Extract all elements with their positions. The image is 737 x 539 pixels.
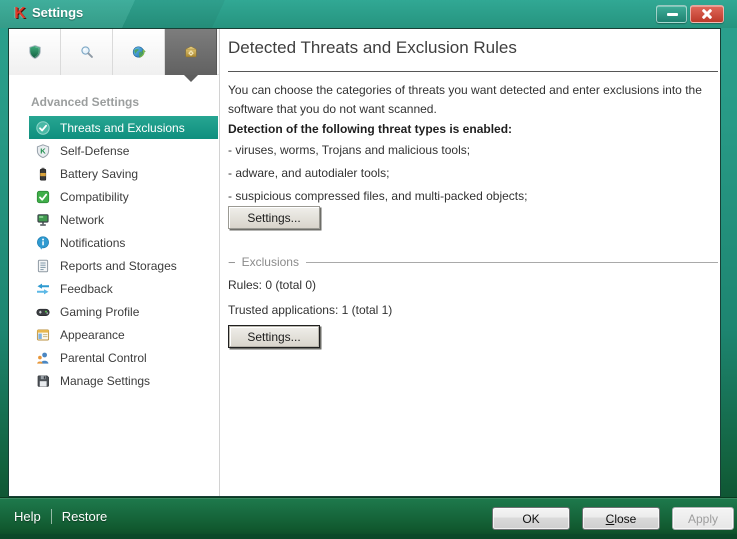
sidebar-divider	[219, 29, 220, 496]
sidebar-item-self-defense[interactable]: K Self-Defense	[29, 139, 218, 162]
exclusions-settings-button[interactable]: Settings...	[228, 325, 320, 348]
trusted-applications-count: Trusted applications: 1 (total 1)	[228, 303, 392, 317]
title-rule	[228, 71, 718, 72]
update-globe-icon	[132, 45, 146, 59]
kaspersky-logo-icon: K	[11, 4, 29, 23]
threat-type-item: - viruses, worms, Trojans and malicious …	[228, 143, 527, 157]
page-description: You can choose the categories of threats…	[228, 81, 716, 119]
sidebar-item-appearance[interactable]: Appearance	[29, 323, 218, 346]
sidebar-item-label: Manage Settings	[60, 374, 150, 388]
close-button[interactable]	[690, 5, 724, 23]
sidebar-item-parental-control[interactable]: Parental Control	[29, 346, 218, 369]
sidebar-item-label: Gaming Profile	[60, 305, 139, 319]
sidebar-item-label: Battery Saving	[60, 167, 138, 181]
shield-k-icon: K	[36, 144, 50, 158]
floppy-disk-icon	[36, 374, 50, 388]
titlebar[interactable]: K Settings	[0, 0, 737, 28]
svg-text:K: K	[40, 146, 46, 155]
sidebar-item-label: Self-Defense	[60, 144, 129, 158]
minimize-button[interactable]	[656, 5, 687, 23]
report-document-icon	[36, 259, 50, 273]
apply-button: Apply	[672, 507, 734, 530]
window-theme-icon	[36, 328, 50, 342]
sidebar-item-label: Reports and Storages	[60, 259, 177, 273]
exclusions-group-legend: − Exclusions	[228, 255, 718, 269]
window-title: Settings	[32, 5, 83, 20]
sidebar-item-network[interactable]: Network	[29, 208, 218, 231]
threat-type-item: - adware, and autodialer tools;	[228, 166, 527, 180]
sidebar-item-manage-settings[interactable]: Manage Settings	[29, 369, 218, 392]
sidebar-item-compatibility[interactable]: Compatibility	[29, 185, 218, 208]
toolbar-tabs	[9, 29, 219, 75]
sidebar-item-label: Appearance	[60, 328, 125, 342]
footer-links: Help Restore	[14, 507, 107, 526]
sidebar-item-battery-saving[interactable]: Battery Saving	[29, 162, 218, 185]
sidebar-header: Advanced Settings	[31, 95, 139, 109]
sidebar-item-label: Notifications	[60, 236, 125, 250]
scan-magnifier-icon	[80, 45, 94, 59]
info-bubble-icon	[36, 236, 50, 250]
sidebar-item-label: Network	[60, 213, 104, 227]
sidebar-item-reports-and-storages[interactable]: Reports and Storages	[29, 254, 218, 277]
content-panel: Advanced Settings Threats and Exclusions…	[8, 28, 721, 497]
tab-scan[interactable]	[61, 29, 113, 75]
network-monitor-icon	[36, 213, 50, 227]
legend-rule	[306, 262, 718, 263]
sidebar-item-label: Parental Control	[60, 351, 147, 365]
double-arrow-icon	[36, 282, 50, 296]
detection-settings-button[interactable]: Settings...	[228, 206, 320, 229]
gamepad-icon	[36, 305, 50, 319]
sidebar-list: Threats and Exclusions K Self-Defense Ba…	[9, 116, 219, 392]
help-link[interactable]: Help	[14, 509, 41, 524]
sidebar-item-label: Compatibility	[60, 190, 129, 204]
minimize-icon	[667, 13, 678, 16]
collapse-icon[interactable]: −	[228, 256, 236, 269]
footer-separator	[51, 509, 52, 524]
check-circle-icon	[36, 121, 50, 135]
threat-type-list: - viruses, worms, Trojans and malicious …	[228, 143, 527, 212]
settings-window: K Settings	[0, 0, 737, 539]
tab-protection[interactable]	[9, 29, 61, 75]
ok-button[interactable]: OK	[492, 507, 570, 530]
rules-count: Rules: 0 (total 0)	[228, 278, 316, 292]
green-check-square-icon	[36, 190, 50, 204]
detection-heading: Detection of the following threat types …	[228, 122, 512, 136]
sidebar-item-gaming-profile[interactable]: Gaming Profile	[29, 300, 218, 323]
page-title: Detected Threats and Exclusion Rules	[228, 38, 517, 58]
protection-shield-icon	[28, 45, 42, 59]
sidebar-item-notifications[interactable]: Notifications	[29, 231, 218, 254]
settings-box-icon	[184, 45, 198, 59]
threat-type-item: - suspicious compressed files, and multi…	[228, 189, 527, 203]
parental-users-icon	[36, 351, 50, 365]
sidebar-item-label: Feedback	[60, 282, 113, 296]
sidebar-item-feedback[interactable]: Feedback	[29, 277, 218, 300]
footer-bar: Help Restore OK Close Apply	[0, 497, 737, 534]
sidebar-item-label: Threats and Exclusions	[60, 121, 185, 135]
battery-icon	[36, 167, 50, 181]
exclusions-legend-label: Exclusions	[242, 255, 299, 269]
tab-settings[interactable]	[165, 29, 217, 75]
restore-link[interactable]: Restore	[62, 509, 108, 524]
sidebar-item-threats-and-exclusions[interactable]: Threats and Exclusions	[29, 116, 218, 139]
close-dialog-button[interactable]: Close	[582, 507, 660, 530]
tab-update[interactable]	[113, 29, 165, 75]
